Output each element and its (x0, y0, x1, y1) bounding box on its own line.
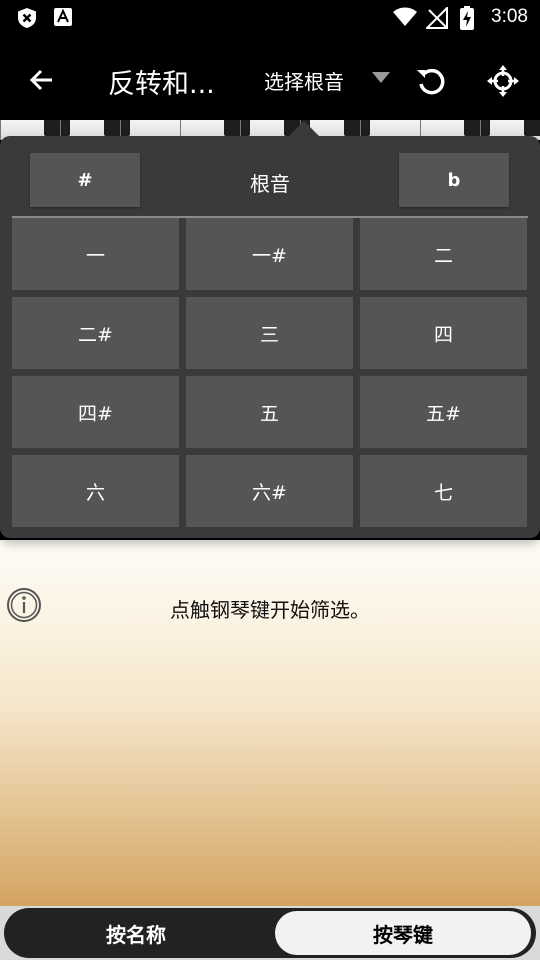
note-button[interactable]: 五 (186, 376, 353, 448)
root-note-select[interactable]: 选择根音 (264, 66, 344, 95)
flat-button[interactable]: b (399, 153, 509, 207)
page-title: 反转和... (108, 69, 215, 100)
note-button[interactable]: 一 (12, 218, 179, 290)
bottom-bar: 按名称 按琴键 (0, 906, 540, 960)
content-area: 点触钢琴键开始筛选。 (0, 540, 540, 906)
refresh-icon[interactable] (414, 64, 448, 98)
wifi-icon (393, 7, 417, 26)
shield-x-icon (18, 8, 36, 28)
battery-charging-icon (460, 6, 474, 30)
hint-text: 点触钢琴键开始筛选。 (170, 598, 370, 622)
note-button[interactable]: 六# (186, 455, 353, 527)
note-button[interactable]: 七 (360, 455, 527, 527)
note-button[interactable]: 四# (12, 376, 179, 448)
no-signal-icon (426, 7, 448, 29)
note-button[interactable]: 四 (360, 297, 527, 369)
note-button[interactable]: 六 (12, 455, 179, 527)
mode-toggle: 按名称 按琴键 (4, 908, 536, 958)
root-note-popup: # 根音 b 一 一# 二 二# 三 四 四# 五 五# 六 六# 七 (0, 136, 540, 538)
note-button[interactable]: 三 (186, 297, 353, 369)
app-bar: 反转和... 选择根音 (0, 36, 540, 120)
dropdown-arrow-icon[interactable] (372, 72, 390, 84)
back-arrow-icon[interactable] (22, 60, 62, 100)
note-button[interactable]: 五# (360, 376, 527, 448)
by-name-tab[interactable]: 按名称 (8, 911, 264, 955)
note-button[interactable]: 一# (186, 218, 353, 290)
clock: 3:08 (491, 6, 528, 27)
by-key-tab[interactable]: 按琴键 (275, 911, 531, 955)
a-badge-icon (54, 8, 72, 26)
popup-caret (289, 121, 319, 136)
note-button[interactable]: 二 (360, 218, 527, 290)
move-crosshair-icon[interactable] (486, 64, 520, 98)
status-bar: 3:08 (0, 0, 540, 36)
note-button[interactable]: 二# (12, 297, 179, 369)
